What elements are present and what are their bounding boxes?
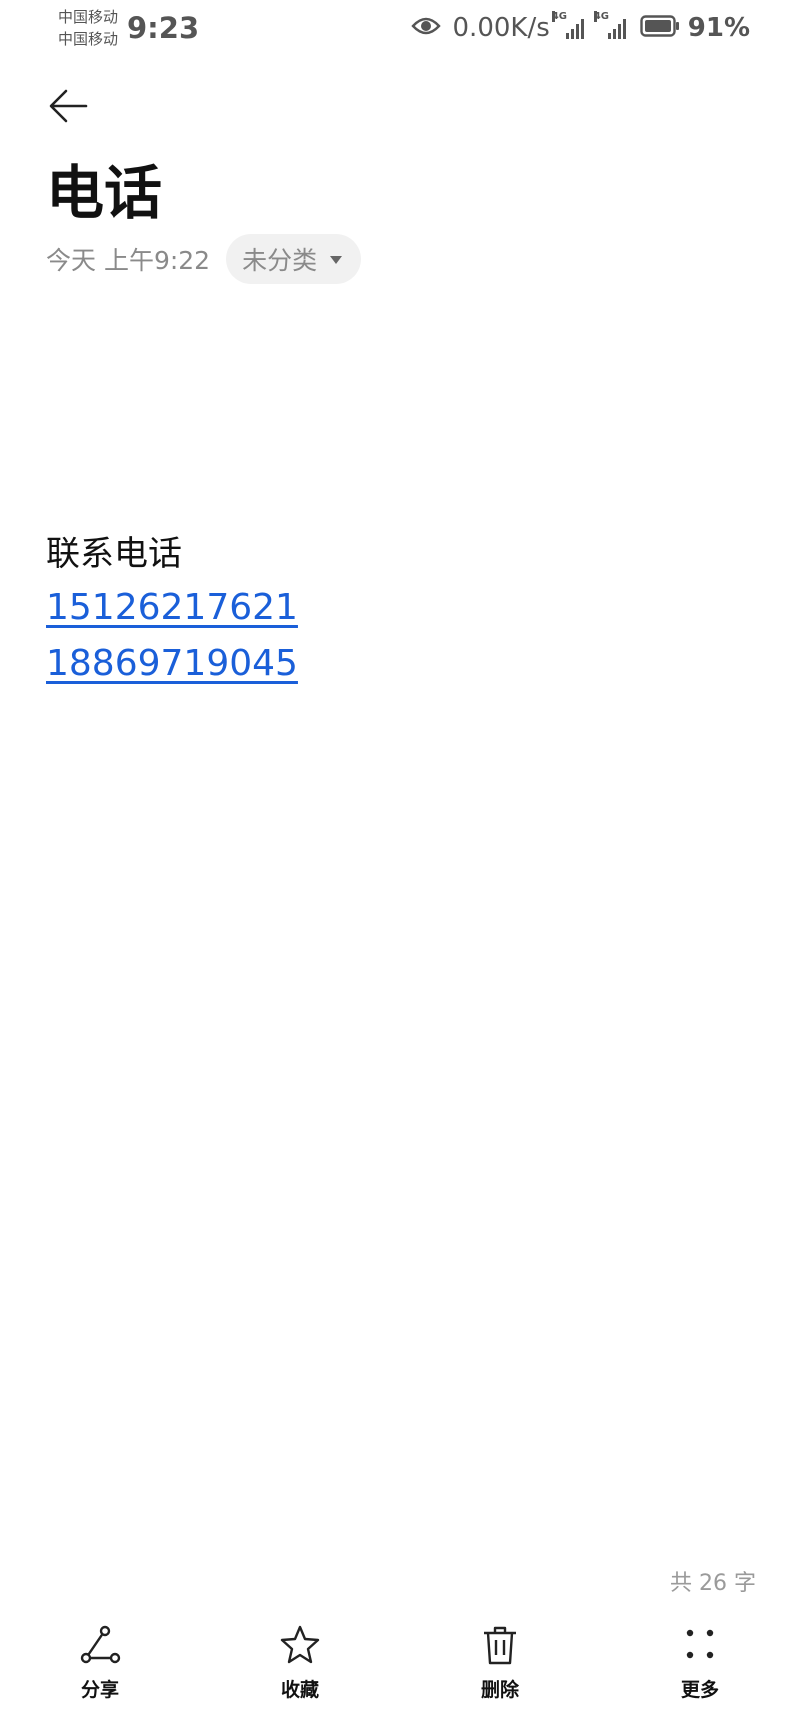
back-button[interactable] [44, 84, 92, 132]
signal-tag-1: 4G [551, 11, 567, 22]
caret-down-icon [329, 250, 343, 269]
delete-button[interactable]: 删除 [400, 1613, 600, 1733]
more-button[interactable]: 更多 [600, 1613, 800, 1733]
word-count: 共 26 字 [670, 1571, 756, 1596]
battery-percent: 91% [687, 13, 750, 43]
delete-label: 删除 [480, 1679, 519, 1701]
category-dropdown[interactable]: 未分类 [226, 234, 362, 284]
category-label: 未分类 [242, 246, 318, 275]
note-meta: 今天 上午9:22 未分类 [46, 234, 362, 284]
arrow-left-icon [48, 88, 88, 128]
favorite-label: 收藏 [280, 1679, 319, 1701]
more-dots-icon [678, 1623, 722, 1671]
bottom-toolbar: 分享 收藏 删除 更多 [0, 1613, 800, 1733]
note-content[interactable]: 联系电话 15126217621 18869719045 [46, 528, 298, 692]
phone-link-2[interactable]: 18869719045 [46, 636, 298, 692]
share-button[interactable]: 分享 [0, 1613, 200, 1733]
share-label: 分享 [80, 1679, 119, 1701]
trash-icon [478, 1623, 522, 1671]
signal-icon-2: 4G [593, 11, 626, 39]
signal-icon: 4G [551, 11, 584, 39]
signal-tag-2: 4G [593, 11, 609, 22]
favorite-button[interactable]: 收藏 [200, 1613, 400, 1733]
phone-link-1[interactable]: 15126217621 [46, 580, 298, 636]
page-title[interactable]: 电话 [46, 158, 162, 228]
status-bar: 中国移动 中国移动 9:23 0.00K/s 4G 4G 91% [0, 0, 800, 58]
carrier-labels: 中国移动 中国移动 [58, 6, 118, 50]
share-icon [78, 1623, 122, 1671]
more-label: 更多 [680, 1679, 719, 1701]
note-heading: 联系电话 [46, 534, 182, 574]
eye-icon [410, 16, 441, 40]
status-indicators: 0.00K/s 4G 4G 91% [410, 10, 750, 46]
net-speed: 0.00K/s [452, 13, 550, 43]
carrier-1: 中国移动 [58, 8, 119, 26]
note-date: 今天 上午9:22 [46, 246, 211, 275]
status-time: 9:23 [127, 11, 200, 45]
star-icon [278, 1623, 322, 1671]
battery-icon [640, 15, 680, 41]
carrier-2: 中国移动 [58, 30, 119, 48]
